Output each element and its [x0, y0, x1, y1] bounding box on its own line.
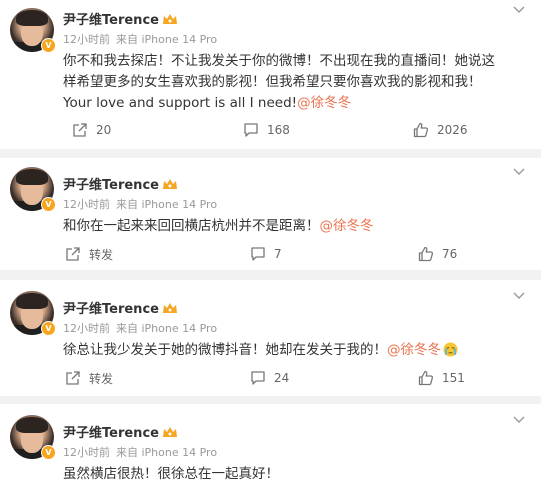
repost-count: 20: [96, 123, 112, 137]
chevron-down-icon[interactable]: [513, 416, 525, 424]
like-button[interactable]: 151: [418, 366, 465, 390]
post-time[interactable]: 12小时前: [63, 446, 110, 459]
verified-badge-icon: V: [41, 38, 56, 53]
post-source: 来自 iPhone 14 Pro: [116, 198, 218, 211]
username[interactable]: 尹子维Terence: [63, 422, 178, 441]
post-source: 来自 iPhone 14 Pro: [116, 33, 218, 46]
post-source: 来自 iPhone 14 Pro: [116, 446, 218, 459]
comment-icon: [244, 123, 258, 137]
like-count: 151: [442, 371, 465, 385]
post-meta: 12小时前 来自 iPhone 14 Pro: [63, 31, 223, 47]
post-text: 和你在一起来来回回横店杭州并不是距离！@徐冬冬: [63, 218, 374, 234]
post-time[interactable]: 12小时前: [63, 322, 110, 335]
post-text: 虽然横店很热！很徐总在一起真好！: [63, 466, 279, 482]
crown-icon: [162, 427, 177, 437]
repost-button[interactable]: 转发: [65, 366, 113, 390]
comment-count: 24: [274, 371, 290, 385]
comment-button[interactable]: 168: [243, 118, 290, 142]
verified-badge-icon: V: [41, 197, 56, 212]
post-time[interactable]: 12小时前: [63, 33, 110, 46]
repost-icon: [73, 123, 87, 137]
thumbs-up-icon: [418, 370, 434, 386]
comment-icon: [251, 247, 265, 261]
username[interactable]: 尹子维Terence: [63, 298, 178, 317]
post-meta: 12小时前 来自 iPhone 14 Pro: [63, 444, 223, 460]
post-card: V 尹子维Terence 12小时前 来自 iPhone 14 Pro 和你在一起…: [0, 158, 541, 270]
comment-icon: [251, 371, 265, 385]
post-meta: 12小时前 来自 iPhone 14 Pro: [63, 320, 223, 336]
action-bar: 转发 24 151: [0, 366, 541, 390]
comment-button[interactable]: 24: [250, 366, 289, 390]
action-bar: 20 168 2026: [0, 118, 541, 142]
comment-button[interactable]: 7: [250, 242, 282, 266]
comment-count: 168: [267, 123, 290, 137]
chevron-down-icon[interactable]: [513, 168, 525, 176]
post-text: 徐总让我少发关于她的微博抖音！她却在发关于我的！@徐冬冬: [63, 340, 503, 361]
crown-icon: [162, 14, 177, 24]
thumbs-up-icon: [413, 122, 429, 138]
mention-link[interactable]: @徐冬冬: [297, 95, 351, 111]
comment-count: 7: [274, 247, 282, 261]
post-text: 你不和我去探店！不让我发关于你的微博！不出现在我的直播间！她说这样希望更多的女生…: [63, 53, 495, 111]
post-card: V 尹子维Terence 12小时前 来自 iPhone 14 Pro 你不和我去…: [0, 0, 541, 149]
like-count: 2026: [437, 123, 468, 137]
like-button[interactable]: 2026: [413, 118, 468, 142]
crown-icon: [162, 179, 177, 189]
username[interactable]: 尹子维Terence: [63, 174, 178, 193]
post-time[interactable]: 12小时前: [63, 198, 110, 211]
verified-badge-icon: V: [41, 445, 56, 460]
post-card: V 尹子维Terence 12小时前 来自 iPhone 14 Pro 徐总让我少…: [0, 280, 541, 396]
post-meta: 12小时前 来自 iPhone 14 Pro: [63, 196, 223, 212]
like-count: 76: [442, 247, 458, 261]
repost-icon: [66, 247, 80, 261]
weibo-feed: V 尹子维Terence 12小时前 来自 iPhone 14 Pro 你不和我去…: [0, 0, 541, 490]
mention-link[interactable]: @徐冬冬: [320, 218, 374, 234]
like-button[interactable]: 76: [418, 242, 457, 266]
post-card: V 尹子维Terence 12小时前 来自 iPhone 14 Pro 虽然横店很…: [0, 404, 541, 490]
repost-button[interactable]: 20: [72, 118, 111, 142]
verified-badge-icon: V: [41, 321, 56, 336]
thumbs-up-icon: [418, 246, 434, 262]
repost-icon: [66, 371, 80, 385]
chevron-down-icon[interactable]: [513, 292, 525, 300]
mention-link[interactable]: @徐冬冬: [387, 342, 441, 358]
crown-icon: [162, 303, 177, 313]
repost-button[interactable]: 转发: [65, 242, 113, 266]
action-bar: 转发 7 76: [0, 242, 541, 266]
repost-count: 转发: [89, 371, 114, 386]
post-source: 来自 iPhone 14 Pro: [116, 322, 218, 335]
repost-count: 转发: [89, 247, 114, 262]
crying-emoji-icon: [443, 342, 458, 357]
username[interactable]: 尹子维Terence: [63, 9, 178, 28]
chevron-down-icon[interactable]: [513, 6, 525, 14]
